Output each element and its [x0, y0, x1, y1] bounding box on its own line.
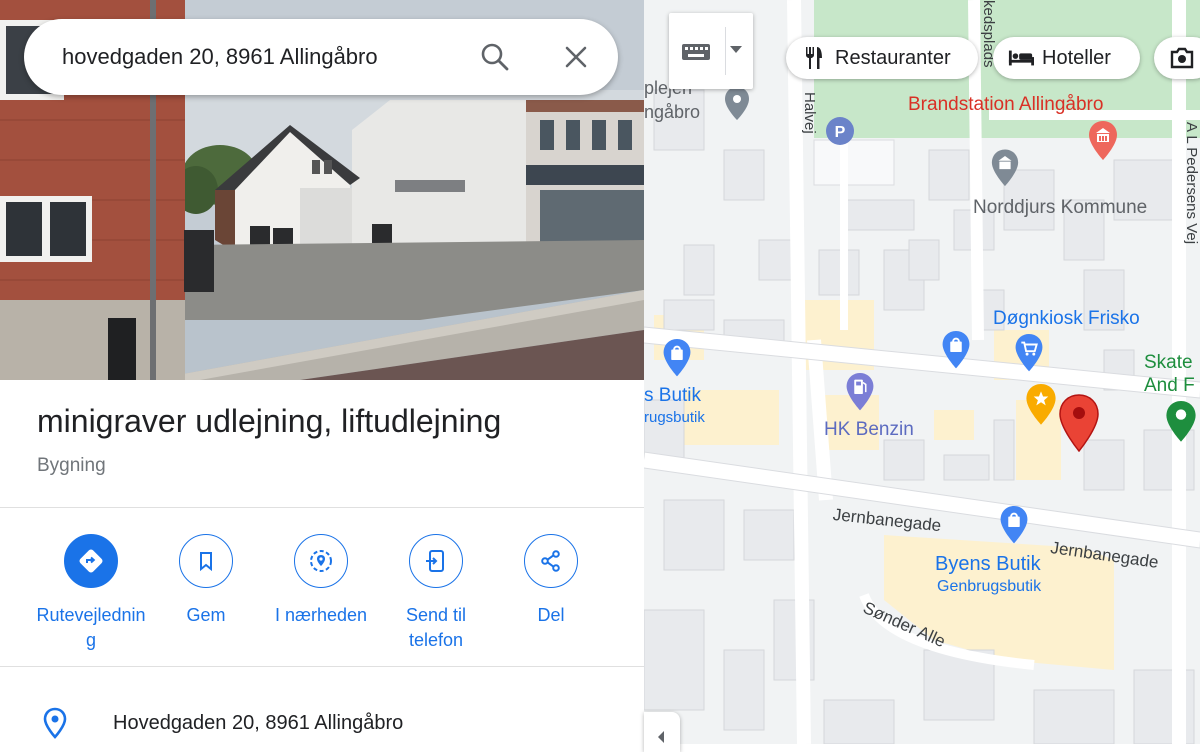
chip-photos[interactable] — [1154, 37, 1200, 79]
shopping-bag-marker[interactable] — [940, 330, 972, 376]
location-pin-icon — [42, 707, 68, 744]
divider — [0, 666, 644, 667]
bed-icon — [1008, 45, 1034, 71]
divider — [0, 507, 644, 508]
shopping-bag-marker[interactable] — [998, 505, 1030, 551]
address-text: Hovedgaden 20, 8961 Allingåbro — [113, 712, 404, 734]
share-label: Del — [537, 605, 565, 625]
park-marker[interactable] — [1164, 400, 1198, 450]
collapse-panel-button[interactable] — [644, 712, 680, 752]
map-label-rugsbutik[interactable]: rugsbutik — [644, 409, 705, 426]
fire-station-marker[interactable] — [1087, 120, 1119, 168]
map-label-dognkiosk[interactable]: Døgnkiosk Frisko — [993, 308, 1140, 330]
search-button[interactable] — [475, 37, 515, 77]
shopping-bag-marker[interactable] — [661, 338, 693, 384]
action-buttons: Rutevejledning Gem I nærheden Send til t… — [0, 534, 644, 659]
input-tools-button[interactable] — [669, 13, 753, 89]
send-to-phone-button[interactable]: Send til telefon — [378, 534, 494, 653]
street-label-al-pedersens: A L Pedersens Vej — [1183, 122, 1200, 245]
camera-icon — [1169, 45, 1195, 71]
map-canvas[interactable]: P plejen ngåbro Brandstation Allingåbro … — [644, 0, 1200, 744]
place-panel: hovedgaden 20, 8961 Allingåbro minigrave… — [0, 0, 644, 744]
search-box[interactable]: hovedgaden 20, 8961 Allingåbro — [24, 19, 618, 95]
street-label-halvej: Halvej — [801, 92, 818, 134]
chevron-down-icon[interactable] — [729, 45, 743, 55]
map-label-skate[interactable]: Skate — [1144, 352, 1193, 374]
nearby-button[interactable]: I nærheden — [263, 534, 379, 628]
map-label-hk-benzin[interactable]: HK Benzin — [824, 419, 914, 441]
map-label-byens-butik[interactable]: Byens Butik — [935, 553, 1041, 576]
star-marker[interactable] — [1024, 383, 1058, 433]
keyboard-icon — [682, 44, 710, 60]
directions-icon — [64, 534, 118, 588]
selected-location-pin[interactable] — [1057, 393, 1101, 455]
fork-knife-icon — [801, 45, 827, 71]
chip-restaurants-label: Restauranter — [835, 46, 951, 69]
map-label-skate-2[interactable]: And F — [1144, 375, 1195, 397]
search-icon — [481, 43, 509, 71]
place-title: minigraver udlejning, liftudlejning — [37, 403, 502, 439]
chip-hotels[interactable]: Hoteller — [993, 37, 1140, 79]
map-label-genbrugsbutik[interactable]: Genbrugsbutik — [937, 578, 1041, 596]
directions-button[interactable]: Rutevejledning — [33, 534, 149, 653]
chevron-left-icon — [658, 731, 664, 743]
save-label: Gem — [186, 605, 226, 625]
chip-restaurants[interactable]: Restauranter — [786, 37, 978, 79]
save-button[interactable]: Gem — [148, 534, 264, 628]
search-input[interactable]: hovedgaden 20, 8961 Allingåbro — [62, 19, 378, 95]
map-label-brandstation[interactable]: Brandstation Allingåbro — [908, 94, 1103, 116]
send-to-phone-label: Send til telefon — [405, 605, 467, 650]
svg-text:P: P — [835, 124, 846, 141]
directions-label: Rutevejledning — [36, 605, 146, 650]
shopping-cart-marker[interactable] — [1013, 333, 1045, 379]
address-row[interactable]: Hovedgaden 20, 8961 Allingåbro — [0, 690, 644, 744]
nearby-label: I nærheden — [274, 605, 368, 625]
bookmark-icon — [179, 534, 233, 588]
nearby-icon — [294, 534, 348, 588]
place-category[interactable]: Bygning — [37, 455, 106, 477]
close-icon — [565, 46, 587, 68]
map-label-s-butik[interactable]: s Butik — [644, 385, 701, 407]
share-icon — [524, 534, 578, 588]
gas-station-marker[interactable] — [844, 372, 876, 418]
government-marker[interactable] — [990, 148, 1020, 194]
map-label-pleje2[interactable]: ngåbro — [644, 102, 700, 123]
gray-poi-marker[interactable] — [724, 86, 750, 128]
send-to-phone-icon — [409, 534, 463, 588]
divider — [725, 27, 726, 75]
chip-hotels-label: Hoteller — [1042, 46, 1111, 69]
share-button[interactable]: Del — [493, 534, 609, 628]
map-label-kommune[interactable]: Norddjurs Kommune — [973, 197, 1147, 219]
close-button[interactable] — [556, 37, 596, 77]
